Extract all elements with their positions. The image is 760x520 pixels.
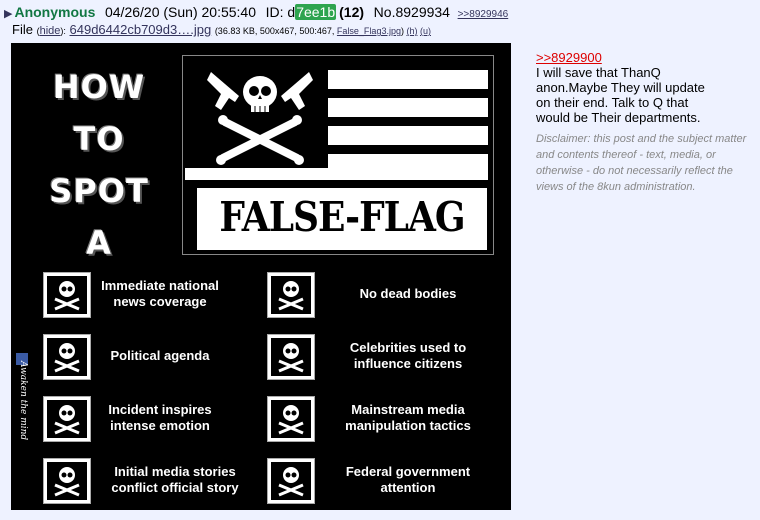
file-label: File (12, 22, 33, 37)
post-image[interactable]: HOW TO SPOT A FALSE-FLAG Immediate natio… (11, 43, 511, 510)
sign-label: Political agenda (110, 348, 210, 363)
post-toggle-triangle-icon[interactable]: ▶ (4, 8, 12, 20)
post-body-line: on their end. Talk to Q that (536, 95, 689, 110)
sign-label: Federal government attention (345, 464, 471, 495)
sign-label: Incident inspires intense emotion (108, 402, 212, 433)
skull-crossbones-icon (43, 458, 91, 504)
original-filename-link[interactable]: False_Flag3.jpg (337, 26, 401, 36)
disclaimer: Disclaimer: this post and the subject ma… (536, 133, 747, 193)
poster-post-count: (12) (339, 4, 365, 20)
quote-link[interactable]: >>8929900 (536, 50, 751, 65)
file-meta: (36.83 KB, 500x467, 500:467, False_Flag3… (214, 26, 431, 36)
skull-crossbones-icon (207, 72, 313, 165)
post-body: >>8929900 I will save that ThanQ anon.Ma… (536, 50, 751, 195)
sign-label: Initial media stories conflict official … (111, 464, 239, 495)
flag-canton (185, 58, 325, 166)
sign-label: Celebrities used to influence citizens (349, 340, 467, 371)
watermark-text: Awaken the mind (18, 361, 28, 441)
false-flag-banner-text: FALSE-FLAG (219, 192, 465, 242)
how-to-heading: HOW TO SPOT A (35, 61, 163, 269)
skull-crossbones-icon (267, 458, 315, 504)
skull-crossbones-icon (267, 334, 315, 380)
file-meta-text: (36.83 KB, 500x467, 500:467, (214, 26, 335, 36)
file-h-link[interactable]: (h) (406, 26, 417, 36)
post-number-link[interactable]: No.8929934 (374, 4, 450, 20)
skull-crossbones-icon (267, 396, 315, 442)
how-to-word-4: A (86, 224, 112, 262)
poster-id[interactable]: ID: d7ee1b (266, 4, 337, 20)
post-date: 04/26/20 (Sun) 20:55:40 (104, 4, 256, 20)
sign-label: Immediate national news coverage (101, 278, 219, 309)
how-to-word-1: HOW (52, 68, 146, 106)
pirate-flag: FALSE-FLAG (182, 55, 494, 255)
post-body-line: I will save that ThanQ (536, 65, 661, 80)
skull-crossbones-icon (43, 396, 91, 442)
post-body-line: anon.Maybe They will update (536, 80, 705, 95)
poster-name: Anonymous (14, 4, 96, 20)
how-to-word-2: TO (73, 120, 125, 158)
post-header: ▶ Anonymous 04/26/20 (Sun) 20:55:40 ID: d… (4, 4, 508, 20)
file-info: File (hide): 649d6442cb709d3….jpg (36.83… (12, 22, 431, 39)
skull-crossbones-icon (43, 334, 91, 380)
file-u-link[interactable]: (u) (420, 26, 431, 36)
skull-crossbones-icon (43, 272, 91, 318)
sign-label: Mainstream media manipulation tactics (345, 402, 471, 433)
how-to-word-3: SPOT (49, 172, 149, 210)
hide-close-paren: ): (60, 26, 66, 36)
poster-id-highlight[interactable]: 7ee1b (295, 4, 337, 20)
post-body-line: would be Their departments. (536, 110, 701, 125)
false-flag-banner: FALSE-FLAG (195, 186, 489, 252)
sign-label: No dead bodies (359, 286, 457, 301)
backlink[interactable]: >>8929946 (458, 9, 509, 20)
watermark: Awaken the mind (14, 351, 30, 443)
poster-id-label: ID: (265, 4, 288, 20)
skull-crossbones-icon (267, 272, 315, 318)
file-name-link[interactable]: 649d6442cb709d3….jpg (70, 22, 212, 37)
hide-file-link[interactable]: hide (40, 25, 61, 37)
